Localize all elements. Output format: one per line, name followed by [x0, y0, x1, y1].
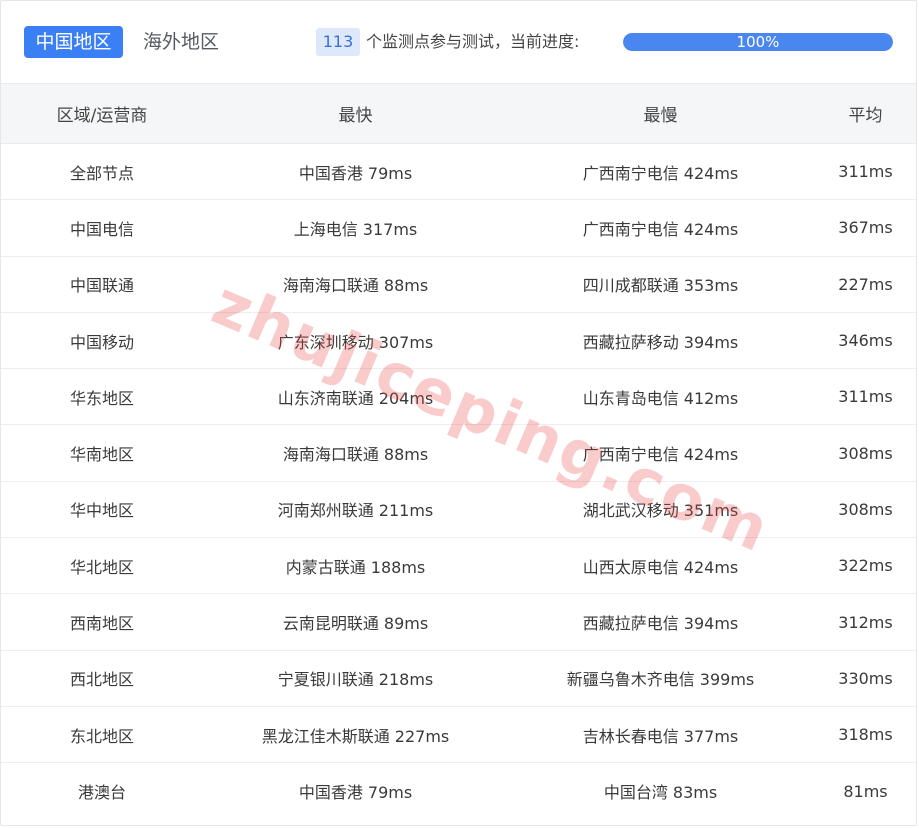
- row-average: 308ms: [838, 443, 893, 463]
- row-region: 东北地区: [69, 726, 134, 746]
- tab-overseas[interactable]: 海外地区: [143, 26, 219, 58]
- row-region: 华南地区: [69, 445, 134, 465]
- row-region: 港澳台: [77, 783, 126, 803]
- table-row: 中国电信 上海电信 317ms 广西南宁电信 424ms 367ms: [1, 200, 916, 257]
- row-average: 318ms: [838, 725, 893, 745]
- row-slowest: 广西南宁电信 424ms: [582, 219, 739, 239]
- table-row: 中国移动 广东深圳移动 307ms 西藏拉萨移动 394ms 346ms: [1, 313, 916, 370]
- table-header: 区域/运营商 最快 最慢 平均: [1, 84, 916, 144]
- row-slowest: 吉林长春电信 377ms: [582, 726, 739, 746]
- row-average: 322ms: [838, 556, 893, 576]
- table-row: 港澳台 中国香港 79ms 中国台湾 83ms 81ms: [1, 763, 916, 819]
- row-region: 西南地区: [69, 614, 134, 634]
- table-row: 西北地区 宁夏银川联通 218ms 新疆乌鲁木齐电信 399ms 330ms: [1, 651, 916, 707]
- progress-label: 100%: [736, 33, 780, 51]
- table-body: 全部节点 中国香港 79ms 广西南宁电信 424ms 311ms 中国电信 上海电信 3…: [1, 144, 916, 820]
- row-region: 华中地区: [69, 501, 134, 521]
- table-row: 华中地区 河南郑州联通 211ms 湖北武汉移动 351ms 308ms: [1, 482, 916, 539]
- row-slowest: 新疆乌鲁木齐电信 399ms: [566, 670, 755, 690]
- tab-china[interactable]: 中国地区: [24, 26, 123, 58]
- row-average: 81ms: [843, 781, 888, 801]
- header-fastest: 最快: [338, 106, 373, 126]
- row-region: 西北地区: [69, 670, 134, 690]
- row-slowest: 广西南宁电信 424ms: [582, 163, 739, 183]
- progress-caption: 个监测点参与测试，当前进度:: [366, 32, 580, 51]
- row-fastest: 中国香港 79ms: [298, 783, 413, 803]
- row-region: 中国电信: [69, 219, 134, 239]
- row-region: 中国联通: [69, 276, 134, 296]
- row-region: 全部节点: [69, 163, 134, 183]
- row-region: 华东地区: [69, 388, 134, 408]
- row-fastest: 广东深圳移动 307ms: [277, 332, 434, 352]
- row-fastest: 海南海口联通 88ms: [282, 445, 429, 465]
- header-region: 区域/运营商: [56, 106, 148, 126]
- header-slowest: 最慢: [643, 106, 678, 126]
- row-slowest: 西藏拉萨移动 394ms: [582, 332, 739, 352]
- top-bar: 中国地区 海外地区 113 个监测点参与测试，当前进度: 100%: [1, 1, 916, 84]
- row-average: 308ms: [838, 499, 893, 519]
- table-row: 华东地区 山东济南联通 204ms 山东青岛电信 412ms 311ms: [1, 369, 916, 426]
- table-row: 全部节点 中国香港 79ms 广西南宁电信 424ms 311ms: [1, 144, 916, 201]
- row-slowest: 山东青岛电信 412ms: [582, 388, 739, 408]
- speed-test-panel: 中国地区 海外地区 113 个监测点参与测试，当前进度: 100% 区域/运营商…: [0, 0, 917, 826]
- row-fastest: 宁夏银川联通 218ms: [277, 670, 434, 690]
- row-fastest: 黑龙江佳木斯联通 227ms: [261, 726, 450, 746]
- node-count-badge: 113: [316, 28, 360, 56]
- row-average: 312ms: [838, 612, 893, 632]
- row-average: 311ms: [838, 387, 893, 407]
- table-row: 西南地区 云南昆明联通 89ms 西藏拉萨电信 394ms 312ms: [1, 594, 916, 651]
- row-slowest: 湖北武汉移动 351ms: [582, 501, 739, 521]
- row-average: 311ms: [838, 162, 893, 182]
- table-row: 中国联通 海南海口联通 88ms 四川成都联通 353ms 227ms: [1, 257, 916, 313]
- row-fastest: 内蒙古联通 188ms: [285, 557, 426, 577]
- progress-bar: 100%: [623, 33, 893, 51]
- row-average: 367ms: [838, 218, 893, 238]
- row-slowest: 西藏拉萨电信 394ms: [582, 614, 739, 634]
- row-fastest: 海南海口联通 88ms: [282, 276, 429, 296]
- row-slowest: 山西太原电信 424ms: [582, 557, 739, 577]
- table-row: 华北地区 内蒙古联通 188ms 山西太原电信 424ms 322ms: [1, 538, 916, 595]
- table-row: 华南地区 海南海口联通 88ms 广西南宁电信 424ms 308ms: [1, 425, 916, 482]
- row-region: 华北地区: [69, 557, 134, 577]
- row-slowest: 中国台湾 83ms: [603, 783, 718, 803]
- row-fastest: 上海电信 317ms: [293, 219, 418, 239]
- row-region: 中国移动: [69, 332, 134, 352]
- row-slowest: 四川成都联通 353ms: [582, 276, 739, 296]
- row-fastest: 河南郑州联通 211ms: [277, 501, 434, 521]
- table-row: 东北地区 黑龙江佳木斯联通 227ms 吉林长春电信 377ms 318ms: [1, 707, 916, 764]
- row-fastest: 云南昆明联通 89ms: [282, 614, 429, 634]
- row-fastest: 山东济南联通 204ms: [277, 388, 434, 408]
- row-slowest: 广西南宁电信 424ms: [582, 445, 739, 465]
- row-average: 346ms: [838, 331, 893, 351]
- row-fastest: 中国香港 79ms: [298, 163, 413, 183]
- row-average: 330ms: [838, 668, 893, 688]
- header-average: 平均: [848, 106, 883, 126]
- row-average: 227ms: [838, 274, 893, 294]
